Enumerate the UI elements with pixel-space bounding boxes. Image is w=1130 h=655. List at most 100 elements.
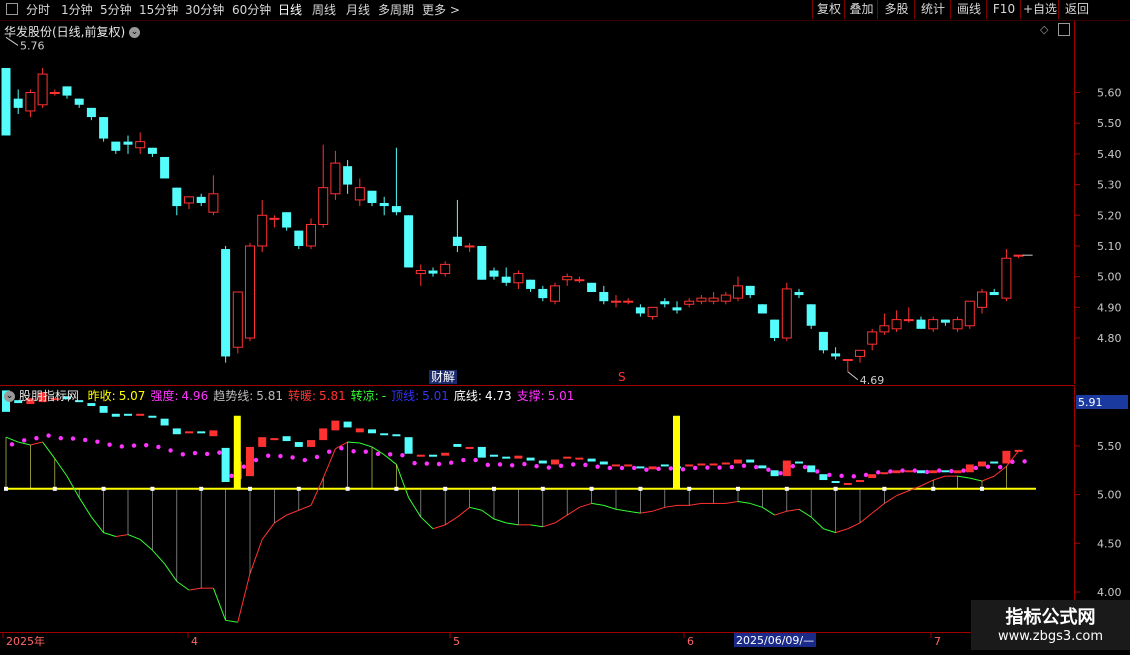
period-tab-10[interactable]: 更多 >: [422, 1, 460, 19]
strength-dot: [83, 437, 88, 443]
period-toolbar: 分时 1分钟 5分钟 15分钟 30分钟 60分钟 日线 周线 月线 多周期 更多 > 复权 叠加 多股统…: [0, 0, 1130, 21]
toolbar-button-1[interactable]: 叠加: [844, 0, 878, 19]
strength-dot: [571, 462, 576, 467]
diamond-icon[interactable]: ◇: [1040, 23, 1048, 36]
indicator-item-1: 强度: 4.96: [150, 389, 208, 403]
candle-body: [733, 285, 743, 299]
period-tab-2[interactable]: 5分钟: [100, 1, 132, 19]
indicator-toggle-icon[interactable]: ⌄: [4, 391, 15, 402]
toolbar-button-7[interactable]: 返回: [1058, 0, 1095, 19]
candle-body: [818, 331, 828, 351]
toolbar-button-0[interactable]: 复权: [812, 0, 845, 19]
indicator-chart[interactable]: [0, 386, 1074, 632]
indicator-value-3: 5.81: [319, 389, 346, 403]
candle-body: [940, 319, 950, 323]
strength-dot: [534, 464, 539, 469]
strength-dot: [729, 464, 734, 470]
candle: [464, 242, 475, 253]
period-tab-5[interactable]: 60分钟: [232, 1, 271, 19]
candle-body: [806, 304, 816, 326]
strength-dot: [412, 460, 417, 466]
price-tick: 4.80: [1097, 332, 1122, 345]
main-chart-panel[interactable]: 5.76 4.69 财解 S 华发股份(日线,前复权) ⌄ ◇: [0, 21, 1075, 387]
mini-candle: [380, 433, 389, 436]
candle-body: [49, 92, 60, 95]
mini-candle: [514, 455, 523, 459]
indicator-name: 股朋指标网: [18, 389, 79, 403]
candle: [940, 319, 950, 326]
trend-segment: [432, 524, 446, 530]
mini-candle: [697, 463, 706, 466]
strength-dot: [717, 465, 722, 470]
base-dot: [199, 486, 204, 491]
chevron-down-icon[interactable]: ⌄: [129, 27, 141, 38]
stock-title: 华发股份(日线,前复权): [4, 25, 126, 39]
candle-body: [489, 270, 499, 277]
period-tab-6[interactable]: 日线: [278, 1, 302, 19]
candle-body: [562, 276, 573, 281]
strength-dot: [229, 473, 234, 479]
candle: [611, 295, 621, 308]
candle: [794, 288, 804, 299]
candle-body: [404, 215, 414, 268]
candle: [696, 295, 707, 305]
strength-dot: [924, 469, 930, 475]
toolbar-button-5[interactable]: F10: [986, 0, 1021, 19]
base-dot: [638, 486, 643, 491]
candle-body: [647, 306, 658, 318]
indicator-panel[interactable]: ⌄ 股朋指标网 昨收: 5.07 强度: 4.96 趋势线: 5.81 转暖: 5.81 转凉:…: [0, 385, 1075, 633]
trend-segment: [530, 524, 543, 528]
toolbar-button-6[interactable]: +自选: [1020, 0, 1059, 19]
candle: [452, 199, 462, 253]
trend-segment: [737, 500, 751, 504]
candle: [831, 347, 841, 360]
mini-candle: [355, 428, 364, 433]
candle-body: [269, 217, 280, 220]
candle: [221, 245, 231, 363]
period-tab-4[interactable]: 30分钟: [185, 1, 224, 19]
trend-segment: [835, 528, 848, 534]
candlestick-chart[interactable]: 5.76 4.69 财解 S: [0, 21, 1074, 387]
toolbar-button-2[interactable]: 多股: [877, 0, 915, 19]
candle: [806, 304, 816, 329]
candle-body: [74, 98, 84, 105]
period-tab-7[interactable]: 周线: [312, 1, 336, 19]
mini-candle: [404, 437, 413, 454]
candle: [1, 67, 11, 136]
candle: [781, 282, 792, 342]
toolbar-button-4[interactable]: 画线: [950, 0, 987, 19]
period-tab-1[interactable]: 1分钟: [61, 1, 93, 19]
period-tab-8[interactable]: 月线: [346, 1, 370, 19]
period-tab-3[interactable]: 15分钟: [139, 1, 178, 19]
period-tab-9[interactable]: 多周期: [378, 1, 414, 19]
period-tab-0[interactable]: 分时: [26, 1, 50, 19]
trend-segment: [981, 475, 995, 482]
trend-segment: [469, 506, 482, 511]
candle: [49, 89, 60, 96]
strength-dot: [302, 457, 307, 463]
trend-segment: [542, 522, 556, 528]
candle: [501, 267, 511, 286]
candle-body: [135, 141, 146, 149]
candle: [196, 193, 206, 207]
strength-dot: [461, 457, 466, 463]
menu-square-icon[interactable]: [6, 3, 18, 15]
mini-candle: [172, 428, 181, 435]
strength-dot: [1010, 459, 1015, 465]
candle: [599, 285, 609, 305]
candle-body: [1013, 254, 1024, 257]
panel-toggle-icon[interactable]: [1058, 23, 1070, 36]
candle-body: [245, 245, 255, 339]
mini-candle: [917, 470, 925, 474]
indicator-item-7: 支撑: 5.01: [517, 389, 575, 403]
indicator-label-2: 趋势线:: [213, 389, 254, 403]
trend-segment: [957, 475, 970, 479]
current-value: 5.91: [1078, 396, 1103, 409]
mini-candle: [392, 434, 401, 437]
watermark: 指标公式网 www.zbgs3.com: [971, 600, 1130, 650]
ind-tick: 5.00: [1097, 489, 1122, 502]
strength-dot: [34, 435, 39, 441]
indicator-label-5: 顶线:: [391, 389, 420, 403]
toolbar-button-3[interactable]: 统计: [914, 0, 951, 19]
trend-segment: [78, 497, 92, 518]
